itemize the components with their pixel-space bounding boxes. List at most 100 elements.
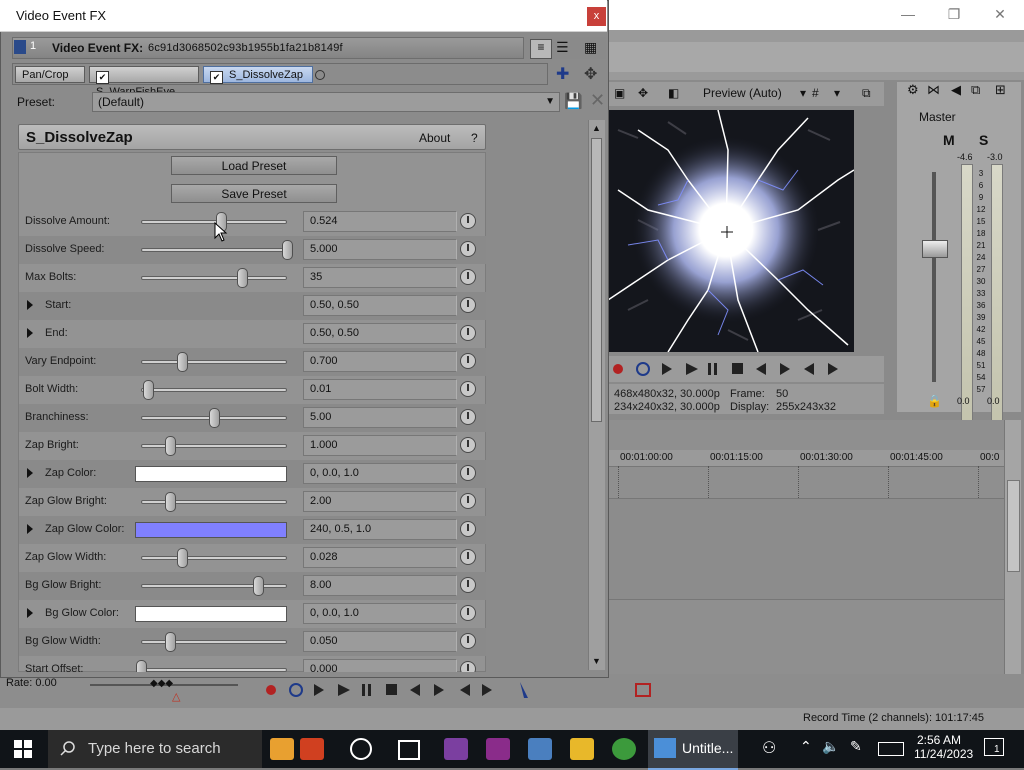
copy-snapshot-icon[interactable]: ⧉ bbox=[862, 86, 871, 101]
chain-item-pan-crop[interactable]: Pan/Crop bbox=[15, 66, 85, 83]
remove-plugin-icon[interactable]: ✥ bbox=[584, 64, 597, 84]
delete-icon[interactable] bbox=[635, 683, 651, 697]
expand-arrow-icon[interactable] bbox=[27, 608, 33, 618]
color-swatch[interactable] bbox=[135, 522, 287, 538]
bus-props-icon[interactable]: ⊞ bbox=[995, 82, 1006, 98]
main-play-from-start-icon[interactable] bbox=[314, 684, 324, 696]
main-stop-icon[interactable] bbox=[386, 684, 397, 695]
param-value-field[interactable]: 0, 0.0, 1.0 bbox=[303, 463, 457, 484]
preview-quality-chevron-icon[interactable]: ▾ bbox=[800, 86, 806, 100]
param-slider-thumb[interactable] bbox=[253, 576, 264, 596]
cortana-icon[interactable] bbox=[350, 738, 372, 760]
param-value-field[interactable]: 0.000 bbox=[303, 659, 457, 672]
main-loop-icon[interactable] bbox=[289, 683, 303, 697]
keyboard-icon[interactable] bbox=[878, 742, 904, 756]
rate-slider-handle[interactable]: ◆◆◆ bbox=[150, 678, 173, 689]
normal-edit-tool-icon[interactable] bbox=[520, 682, 528, 698]
restore-button[interactable]: ❐ bbox=[931, 0, 977, 30]
play-icon[interactable] bbox=[686, 363, 698, 375]
param-value-field[interactable]: 35 bbox=[303, 267, 457, 288]
main-pause-icon[interactable] bbox=[362, 684, 365, 696]
scroll-up-icon[interactable]: ▲ bbox=[592, 123, 601, 133]
param-value-field[interactable]: 0.50, 0.50 bbox=[303, 295, 457, 316]
animate-keyframe-icon[interactable] bbox=[460, 661, 476, 672]
animate-keyframe-icon[interactable] bbox=[460, 241, 476, 257]
taskbar-search-box[interactable]: Type here to search bbox=[48, 730, 262, 768]
param-slider-thumb[interactable] bbox=[177, 352, 188, 372]
main-go-end-icon[interactable] bbox=[482, 684, 492, 696]
param-slider-thumb[interactable] bbox=[177, 548, 188, 568]
param-slider-thumb[interactable] bbox=[209, 408, 220, 428]
param-value-field[interactable]: 240, 0.5, 1.0 bbox=[303, 519, 457, 540]
plugin-chain-icon[interactable]: ✚ bbox=[556, 64, 569, 84]
param-value-field[interactable]: 0.700 bbox=[303, 351, 457, 372]
about-button[interactable]: About bbox=[419, 131, 450, 145]
animate-keyframe-icon[interactable] bbox=[460, 353, 476, 369]
preset-dropdown[interactable]: (Default) ▼ bbox=[92, 92, 560, 112]
chain-item-warpfisheye[interactable]: ✔S_WarpFishEye bbox=[89, 66, 199, 98]
param-value-field[interactable]: 2.00 bbox=[303, 491, 457, 512]
param-value-field[interactable]: 0.524 bbox=[303, 211, 457, 232]
fx-window-close-button[interactable]: x bbox=[587, 7, 606, 26]
animate-keyframe-icon[interactable] bbox=[460, 269, 476, 285]
color-swatch[interactable] bbox=[135, 466, 287, 482]
param-slider-track[interactable] bbox=[141, 444, 287, 448]
param-value-field[interactable]: 5.00 bbox=[303, 407, 457, 428]
param-slider-thumb[interactable] bbox=[237, 268, 248, 288]
checkbox-icon[interactable]: ✔ bbox=[210, 71, 223, 84]
param-slider-track[interactable] bbox=[141, 640, 287, 644]
pen-icon[interactable]: ✎ bbox=[850, 738, 862, 755]
timeline-scroll-thumb[interactable] bbox=[1007, 480, 1020, 572]
overlay-icon[interactable]: ◧ bbox=[668, 86, 679, 100]
previous-frame-icon[interactable] bbox=[756, 363, 766, 375]
preview-quality-dropdown[interactable]: Preview (Auto) bbox=[703, 86, 782, 100]
animate-keyframe-icon[interactable] bbox=[460, 549, 476, 565]
fx-panel-scrollbar[interactable]: ▲ ▼ bbox=[588, 120, 605, 670]
param-slider-track[interactable] bbox=[141, 584, 287, 588]
notification-center-icon[interactable]: 1 bbox=[984, 738, 1004, 756]
param-slider-thumb[interactable] bbox=[165, 436, 176, 456]
grid-view-icon[interactable]: ▦ bbox=[584, 39, 597, 56]
master-fader-handle[interactable] bbox=[922, 240, 948, 258]
param-slider-thumb[interactable] bbox=[165, 632, 176, 652]
task-view-icon[interactable] bbox=[398, 740, 420, 760]
param-value-field[interactable]: 0.50, 0.50 bbox=[303, 323, 457, 344]
volume-muted-icon[interactable]: 🔈 bbox=[822, 738, 839, 755]
animate-keyframe-icon[interactable] bbox=[460, 493, 476, 509]
stop-icon[interactable] bbox=[732, 363, 743, 374]
expand-arrow-icon[interactable] bbox=[27, 328, 33, 338]
animate-keyframe-icon[interactable] bbox=[460, 409, 476, 425]
record-icon[interactable] bbox=[613, 364, 623, 374]
animate-keyframe-icon[interactable] bbox=[460, 605, 476, 621]
param-value-field[interactable]: 1.000 bbox=[303, 435, 457, 456]
alarm-clock-icon[interactable] bbox=[270, 738, 294, 760]
go-to-end-icon[interactable] bbox=[828, 363, 838, 375]
tray-chevron-icon[interactable]: ⌃ bbox=[800, 738, 812, 755]
3d-viewer-icon[interactable] bbox=[528, 738, 552, 760]
param-slider-track[interactable] bbox=[141, 556, 287, 560]
go-to-start-icon[interactable] bbox=[804, 363, 814, 375]
speaker-icon[interactable]: ◀ bbox=[951, 82, 961, 98]
save-preset-button[interactable]: Save Preset bbox=[171, 184, 337, 203]
solo-button[interactable]: S bbox=[979, 132, 988, 148]
checkbox-icon[interactable]: ✔ bbox=[96, 71, 109, 84]
animate-keyframe-icon[interactable] bbox=[460, 437, 476, 453]
param-slider-thumb[interactable] bbox=[165, 492, 176, 512]
animate-keyframe-icon[interactable] bbox=[460, 633, 476, 649]
param-value-field[interactable]: 0.01 bbox=[303, 379, 457, 400]
preview-settings-icon[interactable]: ▣ bbox=[614, 86, 625, 100]
close-app-button[interactable]: ✕ bbox=[977, 0, 1023, 30]
param-value-field[interactable]: 5.000 bbox=[303, 239, 457, 260]
pause-icon[interactable] bbox=[708, 363, 711, 375]
expand-arrow-icon[interactable] bbox=[27, 300, 33, 310]
animate-keyframe-icon[interactable] bbox=[460, 521, 476, 537]
param-value-field[interactable]: 0, 0.0, 1.0 bbox=[303, 603, 457, 624]
param-slider-thumb[interactable] bbox=[143, 380, 154, 400]
main-record-icon[interactable] bbox=[266, 685, 276, 695]
main-go-start-icon[interactable] bbox=[460, 684, 470, 696]
settings-gear-icon[interactable]: ⚙ bbox=[907, 82, 919, 98]
save-preset-icon[interactable]: 💾 bbox=[564, 92, 583, 110]
gift-icon[interactable] bbox=[300, 738, 324, 760]
list-view-icon[interactable]: ☰ bbox=[556, 39, 569, 56]
delete-preset-icon[interactable]: ✕ bbox=[590, 90, 605, 111]
